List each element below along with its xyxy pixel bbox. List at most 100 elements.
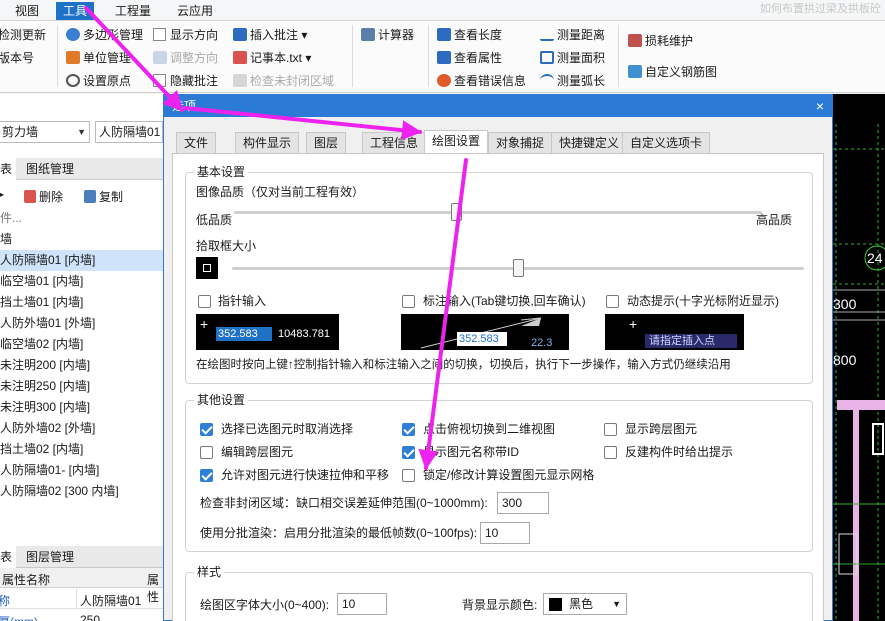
check-region-input[interactable]: 300 [497,492,549,514]
check-open-region-button[interactable]: 检查未封闭区域 [233,74,334,88]
font-size-input[interactable]: 10 [337,593,387,615]
copy-button[interactable]: 复制 [84,188,123,205]
help-search-hint[interactable]: 如何布置拱过梁及拱板砼 [760,0,881,16]
component-name-combo[interactable]: 人防隔墙01 [95,121,163,143]
option-checkbox[interactable] [402,446,415,459]
image-quality-label: 图像品质（仅对当前工程有效） [196,185,365,199]
tree-root-wall[interactable]: 墙 [0,229,163,250]
tree-item[interactable]: 未注明300 [内墙] [0,397,163,418]
tab-layer[interactable]: 图层 [306,132,347,153]
toolbar-icon[interactable]: ▸ [0,187,4,201]
option-checkbox[interactable] [200,423,213,436]
tab-file[interactable]: 文件 [176,132,217,153]
view-error-button[interactable]: 查看错误信息 [437,74,526,88]
option-label: 锁定/修改计算设置图元显示网格 [423,468,595,482]
tab-layer-manage[interactable]: 图层管理 [22,546,78,568]
style-settings-title: 样式 [194,565,225,579]
option-checkbox[interactable] [200,469,213,482]
component-type-combo[interactable]: 剪力墙 ▼ [0,121,90,143]
measure-distance-button[interactable]: 测量距离 [540,28,605,42]
show-direction-checkbox[interactable] [153,28,166,41]
tree-item[interactable]: 人防隔墙02 [300 内墙] [0,481,163,502]
delete-button[interactable]: 删除 [24,188,63,205]
cad-drawing-area[interactable]: 24 300 800 [833,94,885,621]
prop-name-value[interactable]: 人防隔墙01 [80,592,141,609]
tab-cloud[interactable]: 云应用 [170,2,220,20]
option-checkbox[interactable] [200,446,213,459]
chevron-down-icon[interactable]: ▼ [77,122,86,142]
tree-item[interactable]: 人防外墙02 [外墙] [0,418,163,439]
tab-component-display[interactable]: 构件显示 [235,132,300,153]
pointer-input-preview: + 352.583 10483.781 [196,314,339,350]
tab-tools[interactable]: 工具 [56,2,95,20]
property-row[interactable]: 厚(mm) 250 [0,610,163,621]
view-length-label: 查看长度 [454,28,503,42]
tab-drawing-manage[interactable]: 图纸管理 [22,158,78,180]
copy-icon [84,190,96,203]
tab-property-list[interactable]: 表 [0,546,17,568]
custom-rebar-button[interactable]: 自定义钢筋图 [628,65,717,79]
calculator-button[interactable]: 计算器 [361,28,414,42]
notepad-button[interactable]: 记事本.txt ▾ [233,51,311,65]
tab-drawing-settings[interactable]: 绘图设置 [424,130,489,154]
show-direction-label: 显示方向 [170,28,219,42]
view-property-button[interactable]: 查看属性 [437,51,502,65]
property-row[interactable]: 称 人防隔墙01 [0,589,163,609]
check-update-button[interactable]: 检测更新 [0,28,46,42]
search-input[interactable]: 件... [0,208,163,229]
tab-component-list[interactable]: 表 [0,158,17,180]
bg-color-select[interactable]: 黑色 ▼ [543,593,627,615]
pick-slider-thumb[interactable] [513,259,524,277]
prop-name-label: 称 [0,594,11,608]
check-update-label: 检测更新 [0,28,47,42]
dimension-input-checkbox[interactable] [402,295,415,308]
version-button[interactable]: 版本号 [0,51,34,65]
unit-icon [66,51,80,64]
view-length-button[interactable]: 查看长度 [437,28,502,42]
tree-item[interactable]: 人防隔墙01 [内墙] [0,250,163,271]
tree-item[interactable]: 人防隔墙01- [内墙] [0,460,163,481]
tab-project-info[interactable]: 工程信息 [362,132,427,153]
view-error-label: 查看错误信息 [454,74,527,88]
option-checkbox[interactable] [604,423,617,436]
close-icon[interactable]: × [816,95,824,117]
unit-manage-button[interactable]: 单位管理 [66,51,131,65]
tab-view[interactable]: 视图 [8,2,46,20]
tab-custom-tabs[interactable]: 自定义选项卡 [622,132,711,153]
batch-render-input[interactable]: 10 [480,522,530,544]
adjust-direction-button[interactable]: 调整方向 [153,51,218,65]
tree-item[interactable]: 人防外墙01 [外墙] [0,313,163,334]
tab-shortcut-keys[interactable]: 快捷键定义 [551,132,628,153]
hide-annotation-toggle[interactable]: 隐藏批注 [153,74,218,88]
option-checkbox[interactable] [402,423,415,436]
prop-thickness-value[interactable]: 250 [80,613,100,621]
pointer-input-checkbox[interactable] [198,295,211,308]
quality-slider-thumb[interactable] [450,203,462,221]
other-settings-title: 其他设置 [194,393,249,407]
quality-slider-track[interactable] [234,211,762,214]
option-label: 显示跨层图元 [625,422,698,436]
tree-item[interactable]: 挡土墙02 [内墙] [0,439,163,460]
dynamic-hint-checkbox[interactable] [606,295,619,308]
tree-item[interactable]: 未注明250 [内墙] [0,376,163,397]
set-origin-button[interactable]: 设置原点 [66,74,131,88]
insert-annotation-button[interactable]: 插入批注 ▾ [233,28,307,42]
option-checkbox[interactable] [402,469,415,482]
loss-maintain-button[interactable]: 损耗维护 [628,34,693,48]
option-label: 点击俯视切换到二维视图 [423,422,556,436]
tree-item[interactable]: 临空墙01 [内墙] [0,271,163,292]
tab-object-snap[interactable]: 对象捕捉 [488,132,553,153]
tree-item[interactable]: 临空墙02 [内墙] [0,334,163,355]
tab-quantity[interactable]: 工程量 [108,2,158,20]
polygon-manage-button[interactable]: 多边形管理 [66,28,143,42]
tree-item[interactable]: 挡土墙01 [内墙] [0,292,163,313]
show-direction-toggle[interactable]: 显示方向 [153,28,218,42]
hide-annotation-checkbox[interactable] [153,74,166,87]
tree-item[interactable]: 未注明200 [内墙] [0,355,163,376]
measure-arc-button[interactable]: 测量弧长 [540,74,605,88]
delete-icon [24,190,36,203]
option-checkbox[interactable] [604,446,617,459]
dialog-titlebar[interactable]: 选项 × [164,95,832,117]
measure-area-button[interactable]: 测量面积 [540,51,605,65]
crosshair-icon: + [200,316,209,332]
